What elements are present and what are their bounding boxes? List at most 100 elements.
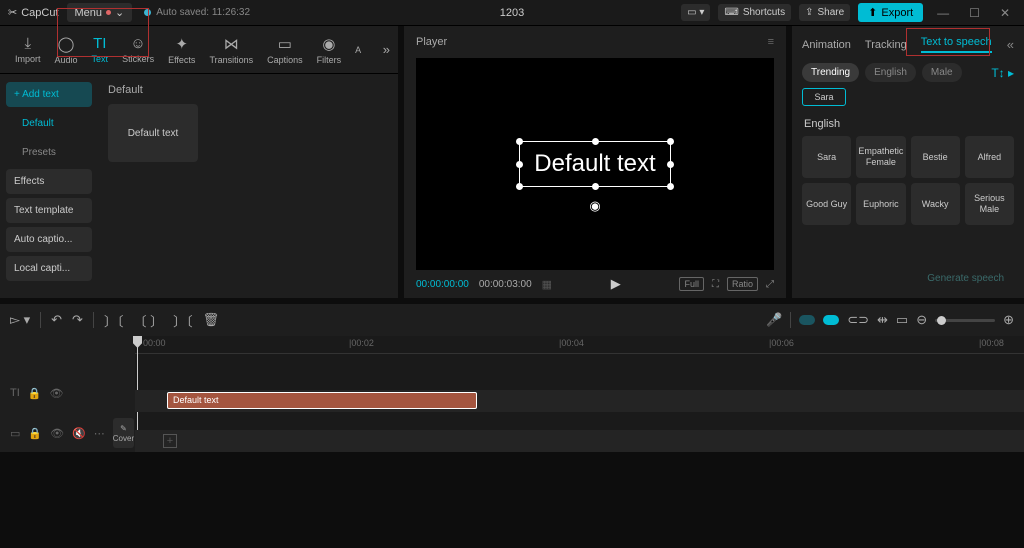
tab-effects[interactable]: ✦Effects (161, 33, 202, 67)
zoom-in-icon[interactable]: ⊕ (1003, 312, 1014, 328)
handle-ml[interactable] (516, 161, 523, 168)
cover-button[interactable]: ✎ Cover (113, 418, 134, 448)
visibility-icon-2[interactable]: 👁 (50, 427, 64, 440)
split-icon[interactable]: 〕〔 (104, 311, 124, 330)
rotate-handle-icon[interactable]: ◉ (589, 198, 600, 214)
zoom-out-icon[interactable]: ⊖ (916, 312, 927, 328)
split-right-icon[interactable]: 〕〔 (173, 311, 193, 330)
project-name[interactable]: 1203 (500, 7, 524, 19)
zoom-thumb[interactable] (937, 316, 946, 325)
player-right-controls: Full ⛶ Ratio ⤢ (679, 277, 774, 291)
selected-voice-chip[interactable]: Sara (802, 88, 846, 106)
text-clip[interactable]: Default text (167, 392, 477, 409)
asset-default-text[interactable]: Default text (108, 104, 198, 162)
filter-trending[interactable]: Trending (802, 63, 859, 82)
collapse-panel-icon[interactable]: « (1007, 37, 1014, 52)
window-close[interactable]: ✕ (994, 6, 1016, 20)
top-right-controls: ▭ ▾ ⌨ Shortcuts ⇪ Share ⬆ Export — ☐ ✕ (681, 3, 1016, 22)
tab-import[interactable]: ⤓Import (8, 33, 48, 66)
voice-good-guy[interactable]: Good Guy (802, 183, 851, 225)
align-icon[interactable]: ⇹ (877, 312, 888, 328)
filter-english[interactable]: English (865, 63, 916, 82)
full-toggle[interactable]: Full (679, 277, 704, 291)
tab-audio[interactable]: ◯Audio (48, 33, 85, 67)
generate-speech-button[interactable]: Generate speech (917, 267, 1014, 290)
opt-effects[interactable]: Effects (6, 169, 92, 194)
voice-alfred[interactable]: Alfred (965, 136, 1014, 178)
tab-tracking[interactable]: Tracking (865, 39, 907, 51)
layout-button[interactable]: ▭ ▾ (681, 4, 710, 21)
handle-tm[interactable] (592, 138, 599, 145)
handle-br[interactable] (667, 183, 674, 190)
shortcuts-button[interactable]: ⌨ Shortcuts (718, 4, 791, 21)
opt-text-template[interactable]: Text template (6, 198, 92, 223)
mic-icon[interactable]: 🎤 (766, 312, 782, 328)
redo-icon[interactable]: ↷ (72, 312, 83, 328)
handle-bl[interactable] (516, 183, 523, 190)
grid-icon[interactable]: ▦ (542, 278, 552, 291)
tick-4: |00:08 (979, 338, 1004, 348)
toggle-2[interactable] (823, 315, 839, 325)
tab-transitions[interactable]: ⋈Transitions (202, 33, 260, 67)
split-left-icon[interactable]: 〔 〕 (133, 311, 163, 330)
player-menu-icon[interactable]: ≡ (768, 36, 774, 48)
title-bar: ✂ CapCut Menu ⌄ Auto saved: 11:26:32 120… (0, 0, 1024, 26)
menu-button[interactable]: Menu ⌄ (67, 3, 133, 22)
voice-wacky[interactable]: Wacky (911, 183, 960, 225)
main-track-row[interactable]: + (135, 430, 1024, 452)
add-media-icon[interactable]: + (163, 434, 177, 448)
fullscreen-icon[interactable]: ⤢ (766, 279, 774, 290)
track-more-icon[interactable]: ⋯ (94, 427, 105, 440)
share-button[interactable]: ⇪ Share (799, 4, 850, 21)
lock-icon[interactable]: 🔒 (28, 387, 42, 400)
timeline-tracks-area[interactable]: 00:00 |00:02 |00:04 |00:06 |00:08 Defaul… (135, 336, 1024, 452)
play-button[interactable]: ▶ (611, 276, 621, 292)
opt-auto-captions[interactable]: Auto captio... (6, 227, 92, 252)
undo-icon[interactable]: ↶ (51, 312, 62, 328)
canvas-text-box[interactable]: Default text ◉ (519, 141, 670, 187)
voice-sara[interactable]: Sara (802, 136, 851, 178)
handle-tr[interactable] (667, 138, 674, 145)
tab-filters[interactable]: ◉Filters (310, 33, 349, 67)
stickers-icon: ☺ (130, 35, 145, 52)
voice-empathetic-female[interactable]: Empathetic Female (856, 136, 905, 178)
tabs-more-icon[interactable]: » (383, 42, 390, 57)
tab-animation[interactable]: Animation (802, 39, 851, 51)
handle-mr[interactable] (667, 161, 674, 168)
export-button[interactable]: ⬆ Export (858, 3, 923, 22)
lock-icon-2[interactable]: 🔒 (28, 427, 42, 440)
mute-icon[interactable]: 🔇 (72, 427, 86, 440)
timeline-ruler[interactable]: 00:00 |00:02 |00:04 |00:06 |00:08 (135, 336, 1024, 354)
zoom-slider[interactable] (935, 319, 995, 322)
toggle-1[interactable] (799, 315, 815, 325)
text-track-row[interactable]: Default text (135, 390, 1024, 412)
tab-captions[interactable]: ▭Captions (260, 33, 310, 67)
voice-euphoric[interactable]: Euphoric (856, 183, 905, 225)
inspector-tabs: Animation Tracking Text to speech « (792, 26, 1024, 63)
player-viewport[interactable]: Default text ◉ (416, 58, 774, 270)
opt-presets[interactable]: Presets (6, 140, 92, 165)
ratio-toggle[interactable]: Ratio (727, 277, 758, 291)
tab-adjust-partial[interactable]: A (348, 43, 368, 57)
window-minimize[interactable]: — (931, 6, 955, 20)
filter-more-icon[interactable]: T↕ ▸ (991, 66, 1014, 80)
preview-icon[interactable]: ▭ (896, 312, 908, 328)
window-maximize[interactable]: ☐ (963, 6, 986, 20)
select-tool-icon[interactable]: ▻ ▾ (10, 312, 30, 328)
tab-text-to-speech[interactable]: Text to speech (921, 36, 992, 53)
tab-text[interactable]: TIText (85, 33, 116, 66)
opt-local-captions[interactable]: Local capti... (6, 256, 92, 281)
filter-male[interactable]: Male (922, 63, 962, 82)
tab-stickers[interactable]: ☺Stickers (115, 33, 161, 66)
opt-add-text[interactable]: + Add text (6, 82, 92, 107)
handle-tl[interactable] (516, 138, 523, 145)
visibility-icon[interactable]: 👁 (49, 387, 63, 400)
expand-icon[interactable]: ⛶ (712, 279, 719, 290)
voice-serious-male[interactable]: Serious Male (965, 183, 1014, 225)
handle-bm[interactable] (592, 183, 599, 190)
delete-icon[interactable]: 🗑 (203, 312, 220, 328)
voice-bestie[interactable]: Bestie (911, 136, 960, 178)
opt-default[interactable]: Default (6, 111, 92, 136)
link-icon[interactable]: ⊂⊃ (847, 312, 869, 328)
tracks-container: Default text + (135, 390, 1024, 452)
